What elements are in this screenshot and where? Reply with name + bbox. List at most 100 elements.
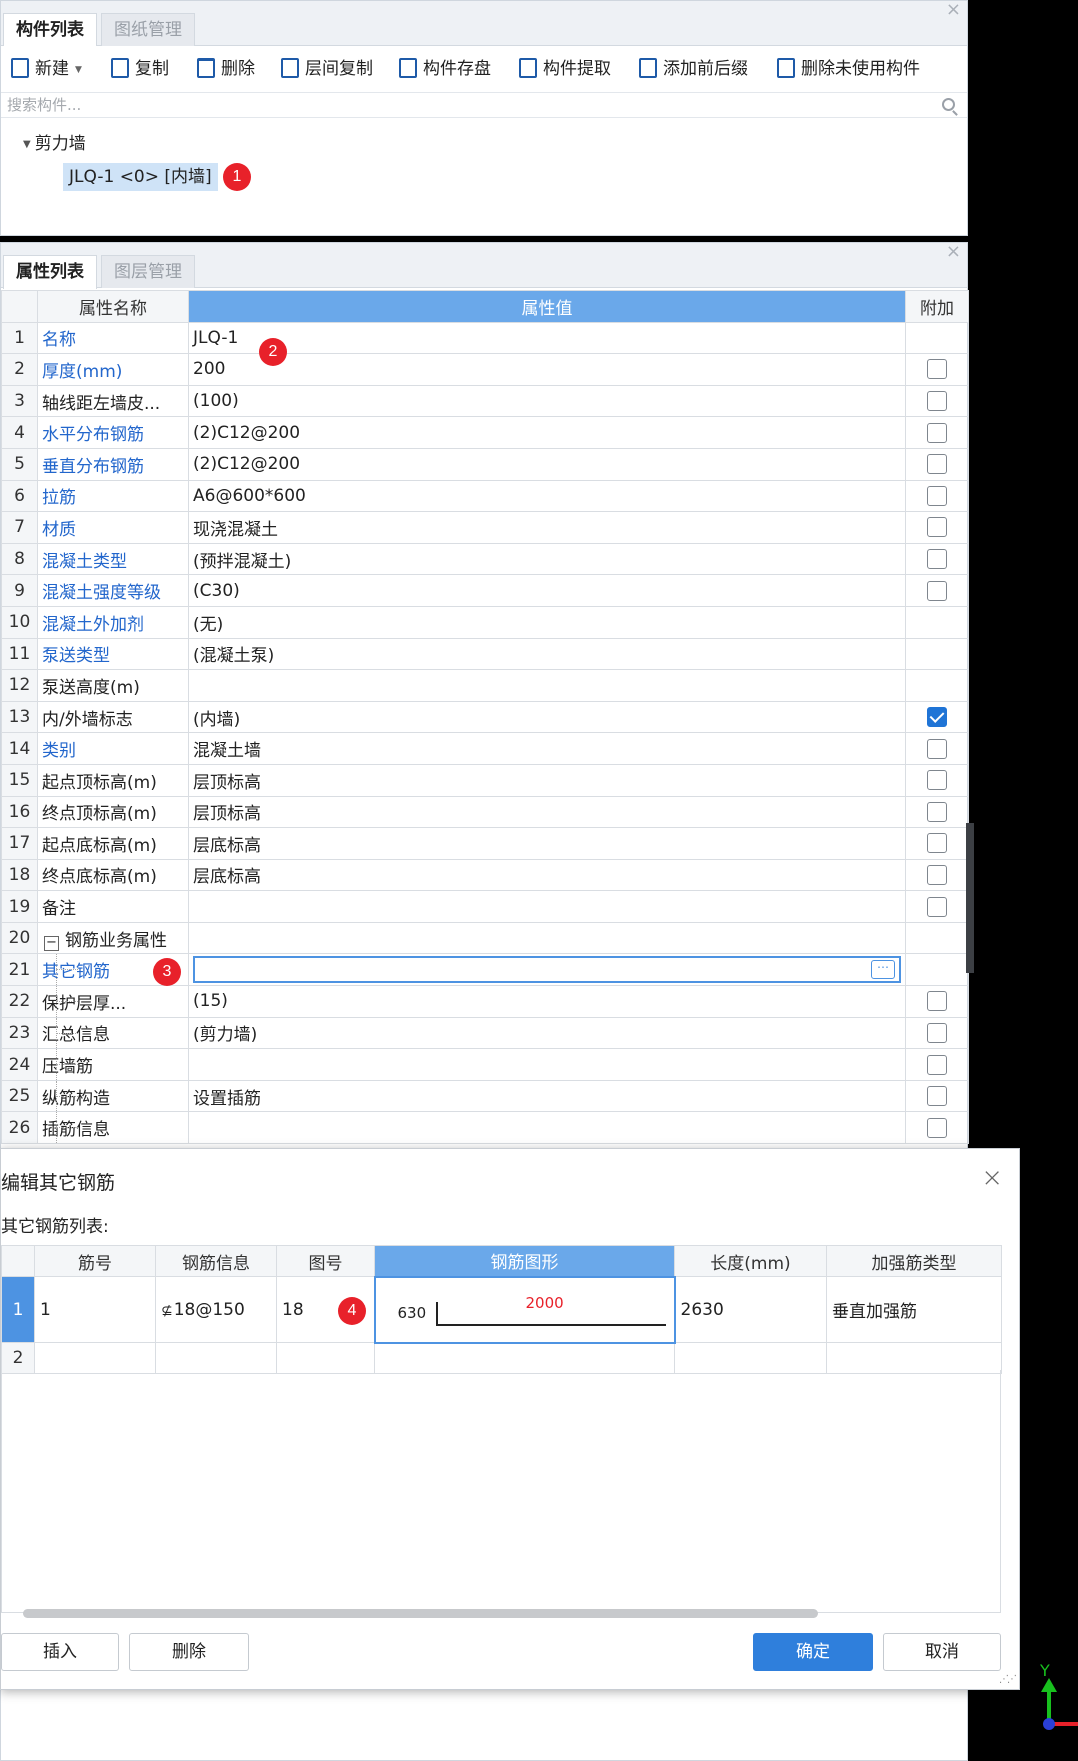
property-row[interactable]: 25 纵筋构造 设置插筋 bbox=[1, 1079, 969, 1113]
tab-drawing-management[interactable]: 图纸管理 bbox=[101, 13, 195, 46]
property-value[interactable]: (预拌混凝土) bbox=[188, 542, 906, 576]
tab-property-list[interactable]: 属性列表 bbox=[3, 255, 97, 289]
ok-button[interactable]: 确定 bbox=[753, 1633, 873, 1671]
bar-no-cell[interactable] bbox=[34, 1342, 156, 1374]
rebar-info-cell[interactable]: ⊈18@150 bbox=[155, 1276, 277, 1343]
property-value[interactable]: JLQ-1 bbox=[188, 321, 906, 355]
extra-checkbox[interactable] bbox=[927, 991, 947, 1012]
rebar-shape-cell[interactable] bbox=[374, 1342, 675, 1374]
property-row[interactable]: 2 厚度(mm) 200 bbox=[1, 353, 969, 386]
property-row[interactable]: 5 垂直分布钢筋 (2)C12@200 bbox=[1, 447, 969, 481]
row-number[interactable]: 1 bbox=[1, 1276, 35, 1343]
extra-checkbox[interactable] bbox=[927, 485, 947, 506]
extra-checkbox[interactable] bbox=[927, 707, 947, 728]
extra-checkbox[interactable] bbox=[927, 738, 947, 759]
property-value[interactable]: (无) bbox=[188, 605, 906, 639]
tree-group-shear-wall[interactable]: ▼ 剪力墙 bbox=[23, 129, 86, 154]
extra-checkbox[interactable] bbox=[927, 1054, 947, 1075]
reinforcement-type-cell[interactable]: 垂直加强筋 bbox=[826, 1276, 1002, 1343]
table-row[interactable]: 2 bbox=[1, 1342, 1002, 1374]
extra-checkbox[interactable] bbox=[927, 1022, 947, 1043]
property-row[interactable]: 15 起点顶标高(m) 层顶标高 bbox=[1, 763, 969, 797]
table-row[interactable]: 1 1 ⊈18@150 18 630 2000 2630 垂直加强筋 bbox=[1, 1275, 1002, 1344]
search-icon[interactable] bbox=[942, 98, 955, 111]
property-value[interactable]: (100) bbox=[188, 384, 906, 418]
side-scroll-handle[interactable] bbox=[966, 823, 974, 973]
property-row[interactable]: 23 汇总信息 (剪力墙) bbox=[1, 1016, 969, 1050]
property-value[interactable]: (2)C12@200 bbox=[188, 447, 906, 481]
property-value[interactable]: (2)C12@200 bbox=[188, 416, 906, 449]
length-cell[interactable] bbox=[674, 1342, 827, 1374]
extra-checkbox[interactable] bbox=[927, 896, 947, 917]
rebar-info-cell[interactable] bbox=[155, 1342, 277, 1374]
collapse-icon[interactable]: − bbox=[44, 935, 59, 951]
close-icon[interactable]: × bbox=[981, 1163, 1003, 1193]
property-value[interactable]: (15) bbox=[188, 985, 906, 1018]
property-value[interactable]: (剪力墙) bbox=[188, 1016, 906, 1050]
property-row[interactable]: 12 泵送高度(m) bbox=[1, 669, 969, 702]
property-value[interactable] bbox=[188, 890, 906, 923]
property-row[interactable]: 14 类别 混凝土墙 bbox=[1, 732, 969, 765]
close-icon[interactable]: × bbox=[946, 241, 961, 262]
property-value[interactable] bbox=[188, 1048, 906, 1081]
property-row[interactable]: 10 混凝土外加剂 (无) bbox=[1, 605, 969, 639]
ellipsis-icon[interactable]: ⋯ bbox=[871, 960, 895, 980]
extra-checkbox[interactable] bbox=[927, 517, 947, 538]
extra-checkbox[interactable] bbox=[927, 833, 947, 854]
extract-component-button[interactable]: 构件提取 bbox=[519, 56, 611, 82]
add-prefix-suffix-button[interactable]: 添加前后缀 bbox=[639, 56, 748, 82]
property-value[interactable]: 层顶标高 bbox=[188, 763, 906, 797]
property-value[interactable]: (混凝土泵) bbox=[188, 637, 906, 671]
floor-copy-button[interactable]: 层间复制 bbox=[281, 56, 373, 82]
property-row[interactable]: 20− 钢筋业务属性 bbox=[1, 921, 969, 955]
property-row[interactable]: 17 起点底标高(m) 层底标高 bbox=[1, 827, 969, 860]
extra-checkbox[interactable] bbox=[927, 580, 947, 601]
tree-item-jlq-1[interactable]: JLQ-1 <0> [内墙] bbox=[63, 163, 218, 191]
shape-no-cell[interactable] bbox=[276, 1342, 375, 1374]
property-row[interactable]: 6 拉筋 A6@600*600 bbox=[1, 479, 969, 513]
tab-layer-management[interactable]: 图层管理 bbox=[101, 255, 195, 288]
bar-no-cell[interactable]: 1 bbox=[34, 1276, 156, 1343]
property-row[interactable]: 9 混凝土强度等级 (C30) bbox=[1, 574, 969, 607]
delete-unused-button[interactable]: 删除未使用构件 bbox=[777, 56, 920, 82]
property-row[interactable]: 7 材质 现浇混凝土 bbox=[1, 511, 969, 544]
property-row[interactable]: 26 插筋信息 bbox=[1, 1111, 969, 1145]
property-value[interactable] bbox=[188, 669, 906, 702]
property-row[interactable]: 13 内/外墙标志 (内墙) bbox=[1, 700, 969, 734]
extra-checkbox[interactable] bbox=[927, 549, 947, 570]
copy-button[interactable]: 复制 bbox=[111, 56, 169, 82]
property-row[interactable]: 24 压墙筋 bbox=[1, 1048, 969, 1081]
extra-checkbox[interactable] bbox=[927, 1086, 947, 1107]
reinforcement-type-cell[interactable] bbox=[826, 1342, 1002, 1374]
property-row[interactable]: 21 其它钢筋 ⋯ bbox=[1, 953, 969, 987]
property-row[interactable]: 3 轴线距左墙皮... (100) bbox=[1, 384, 969, 418]
insert-button[interactable]: 插入 bbox=[1, 1633, 119, 1671]
property-row[interactable]: 8 混凝土类型 (预拌混凝土) bbox=[1, 542, 969, 576]
extra-checkbox[interactable] bbox=[927, 864, 947, 885]
horizontal-scrollbar[interactable] bbox=[23, 1609, 818, 1618]
extra-checkbox[interactable] bbox=[927, 454, 947, 475]
property-value[interactable]: 层底标高 bbox=[188, 858, 906, 892]
property-value[interactable]: 层底标高 bbox=[188, 827, 906, 860]
search-input[interactable] bbox=[1, 93, 967, 117]
extra-checkbox[interactable] bbox=[927, 1117, 947, 1138]
property-value[interactable]: 层顶标高 bbox=[188, 795, 906, 829]
extra-checkbox[interactable] bbox=[927, 801, 947, 822]
property-value[interactable]: 现浇混凝土 bbox=[188, 511, 906, 544]
property-row[interactable]: 4 水平分布钢筋 (2)C12@200 bbox=[1, 416, 969, 449]
property-value[interactable]: A6@600*600 bbox=[188, 479, 906, 513]
save-component-button[interactable]: 构件存盘 bbox=[399, 56, 491, 82]
resize-grip-icon[interactable]: ⋰⋰ bbox=[999, 1674, 1017, 1685]
extra-checkbox[interactable] bbox=[927, 422, 947, 443]
property-value[interactable]: (内墙) bbox=[188, 700, 906, 734]
property-value[interactable]: (C30) bbox=[188, 574, 906, 607]
tab-component-list[interactable]: 构件列表 bbox=[3, 13, 97, 47]
extra-checkbox[interactable] bbox=[927, 770, 947, 791]
property-row[interactable]: 18 终点底标高(m) 层底标高 bbox=[1, 858, 969, 892]
extra-checkbox[interactable] bbox=[927, 359, 947, 380]
delete-button[interactable]: 删除 bbox=[197, 56, 255, 82]
cancel-button[interactable]: 取消 bbox=[883, 1633, 1001, 1671]
property-value[interactable] bbox=[188, 1111, 906, 1145]
property-row[interactable]: 1 名称 JLQ-1 bbox=[1, 321, 969, 355]
property-value[interactable]: 混凝土墙 bbox=[188, 732, 906, 765]
